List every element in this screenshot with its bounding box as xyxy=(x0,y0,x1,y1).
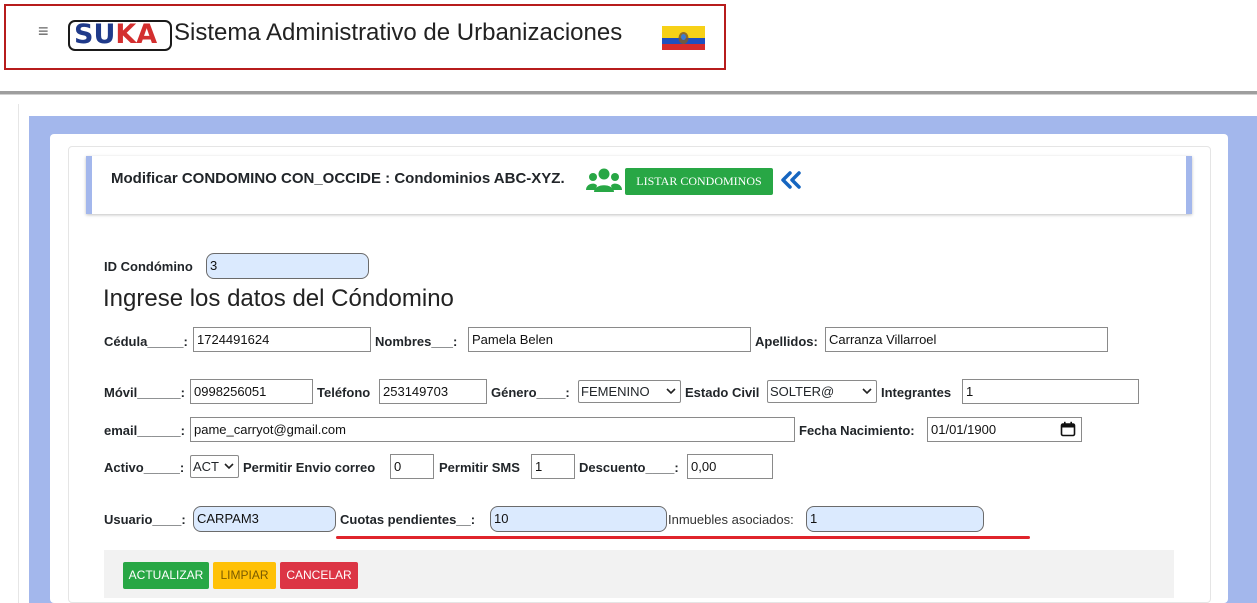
email-input[interactable]: pame_carryot@gmail.com xyxy=(190,417,795,442)
apellidos-label: Apellidos: xyxy=(755,334,818,349)
highlight-underline xyxy=(336,536,1030,539)
cuotas-pendientes-label: Cuotas pendientes__: xyxy=(340,512,476,527)
hamburger-icon[interactable]: ≡ xyxy=(38,22,49,40)
usuario-label: Usuario____: xyxy=(104,512,186,527)
estado-civil-selected-value: SOLTER@ xyxy=(770,384,835,399)
chevron-down-icon xyxy=(666,388,676,395)
permitir-envio-input[interactable]: 0 xyxy=(390,454,434,479)
chevron-down-icon xyxy=(224,463,234,470)
form-heading: Ingrese los datos del Cóndomino xyxy=(103,285,454,312)
users-group-icon xyxy=(586,168,622,192)
actualizar-button[interactable]: ACTUALIZAR xyxy=(123,562,209,589)
nombres-label: Nombres___: xyxy=(375,334,458,349)
cancelar-button[interactable]: CANCELAR xyxy=(280,562,358,589)
inmuebles-asociados-label: Inmuebles asociados: xyxy=(668,512,794,527)
header-divider-shadow xyxy=(0,94,1257,95)
permitir-sms-input[interactable]: 1 xyxy=(531,454,575,479)
movil-input[interactable]: 0998256051 xyxy=(190,379,313,404)
genero-selected-value: FEMENINO xyxy=(581,384,650,399)
integrantes-label: Integrantes xyxy=(881,385,952,400)
descuento-label: Descuento____: xyxy=(579,460,679,475)
id-condomino-label: ID Condómino xyxy=(104,259,193,274)
form-inner-card xyxy=(68,146,1211,603)
estado-civil-select[interactable]: SOLTER@ xyxy=(767,380,877,403)
app-title: Sistema Administrativo de Urbanizaciones xyxy=(174,19,623,46)
fecha-nacimiento-input[interactable]: 01/01/1900 xyxy=(927,417,1082,442)
nombres-input[interactable]: Pamela Belen xyxy=(468,327,751,352)
integrantes-input[interactable]: 1 xyxy=(962,379,1139,404)
activo-selected-value: ACT xyxy=(193,459,219,474)
cuotas-pendientes-field[interactable]: 10 xyxy=(490,506,667,532)
email-label: email______: xyxy=(104,423,185,438)
fecha-nacimiento-value: 01/01/1900 xyxy=(931,422,997,437)
inmuebles-asociados-field[interactable]: 1 xyxy=(806,506,984,532)
page-title: Modificar CONDOMINO CON_OCCIDE : Condomi… xyxy=(111,170,565,187)
activo-label: Activo_____: xyxy=(104,460,185,475)
permitir-envio-label: Permitir Envio correo xyxy=(243,460,376,475)
estado-civil-label: Estado Civil xyxy=(685,385,760,400)
fecha-nacimiento-label: Fecha Nacimiento: xyxy=(799,423,915,438)
genero-label: Género____: xyxy=(491,385,570,400)
telefono-input[interactable]: 253149703 xyxy=(379,379,487,404)
cedula-input[interactable]: 1724491624 xyxy=(193,327,371,352)
cedula-label: Cédula_____: xyxy=(104,334,188,349)
activo-select[interactable]: ACT xyxy=(190,455,239,478)
descuento-input[interactable]: 0,00 xyxy=(687,454,773,479)
double-chevron-left-icon[interactable] xyxy=(780,170,802,190)
listar-condominos-button[interactable]: LISTAR CONDOMINOS xyxy=(625,168,773,195)
chevron-down-icon xyxy=(862,388,872,395)
genero-select[interactable]: FEMENINO xyxy=(578,380,681,403)
calendar-icon[interactable] xyxy=(1060,421,1076,437)
usuario-field[interactable]: CARPAM3 xyxy=(193,506,336,532)
limpiar-button[interactable]: LIMPIAR xyxy=(213,562,276,589)
movil-label: Móvil______: xyxy=(104,385,185,400)
suka-logo: SUKA xyxy=(68,20,172,51)
permitir-sms-label: Permitir SMS xyxy=(439,460,520,475)
ecuador-flag-icon xyxy=(662,26,705,50)
apellidos-input[interactable]: Carranza Villarroel xyxy=(825,327,1108,352)
telefono-label: Teléfono xyxy=(317,385,371,400)
id-condomino-field[interactable]: 3 xyxy=(206,253,369,279)
